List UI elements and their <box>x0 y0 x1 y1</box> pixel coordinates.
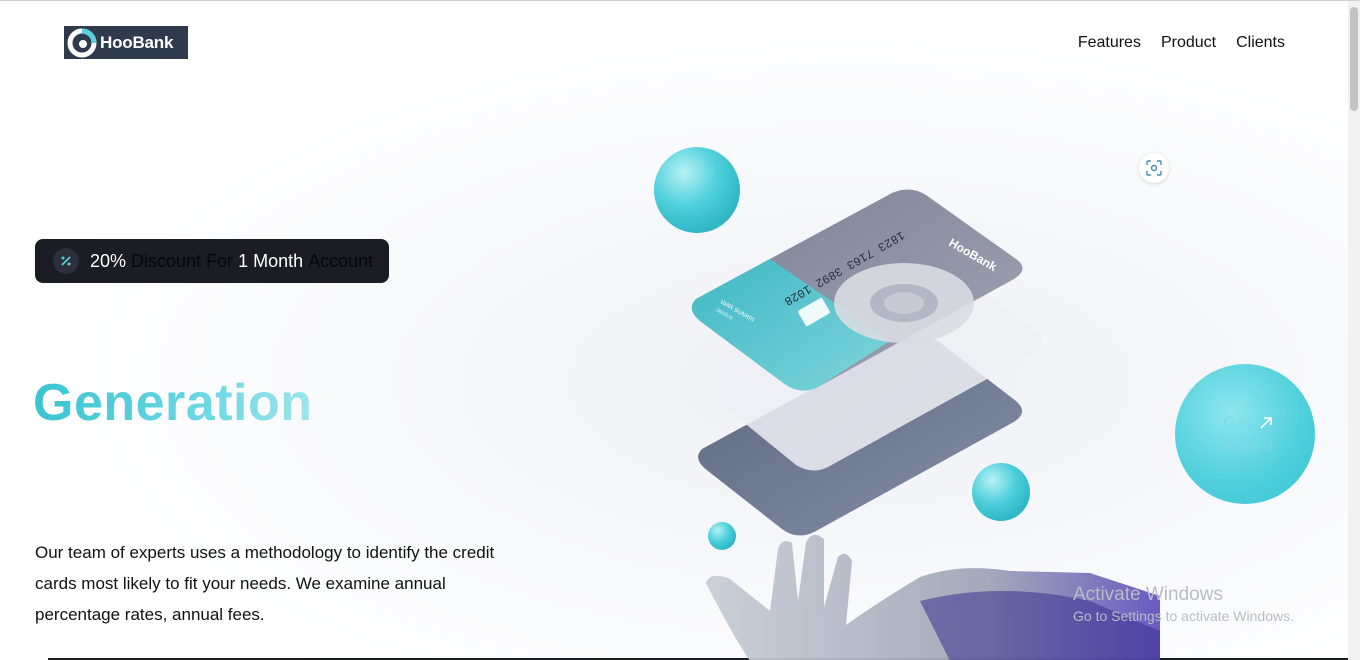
scan-icon <box>1146 160 1162 176</box>
scan-button[interactable] <box>1139 153 1169 183</box>
discount-text-2: Account <box>308 250 374 271</box>
watermark-title: Activate Windows <box>1073 584 1223 605</box>
sphere-small <box>708 522 736 550</box>
sphere-medium <box>972 463 1030 521</box>
watermark-subtitle: Go to Settings to activate Windows. <box>1073 608 1294 624</box>
percent-icon <box>53 248 79 274</box>
hero-illustration: 1823 7163 3892 1028 WAR SUNARI 06/2026 H… <box>654 147 1160 660</box>
page: HooBank Features Product Clients 20% Dis… <box>0 0 1360 660</box>
get-started-line2: Started <box>1217 436 1273 455</box>
get-started-button[interactable]: Get Started <box>1175 364 1315 504</box>
vertical-scrollbar[interactable] <box>1348 1 1360 660</box>
brand-logo[interactable]: HooBank <box>64 26 188 59</box>
arrow-up-right-icon <box>1260 416 1272 429</box>
nav-link-clients[interactable]: Clients <box>1236 34 1285 52</box>
main-nav: Features Product Clients <box>1078 34 1285 52</box>
hero-heading: Generation <box>33 374 313 432</box>
hoobank-logo-icon <box>67 28 97 57</box>
discount-duration: 1 Month <box>238 250 304 271</box>
get-started-line1: Get <box>1223 413 1251 432</box>
scrollbar-thumb[interactable] <box>1350 7 1358 111</box>
hero-description: Our team of experts uses a methodology t… <box>35 543 495 624</box>
nav-link-product[interactable]: Product <box>1161 34 1216 52</box>
sphere-large <box>654 147 740 233</box>
discount-percent: 20% <box>90 250 127 271</box>
brand-name: HooBank <box>100 32 174 52</box>
discount-text-1: Discount For <box>131 250 234 271</box>
nav-link-features[interactable]: Features <box>1078 34 1141 52</box>
discount-badge: 20% Discount For 1 Month Account <box>35 239 389 283</box>
os-activation-watermark: Activate Windows Go to Settings to activ… <box>1073 584 1294 624</box>
